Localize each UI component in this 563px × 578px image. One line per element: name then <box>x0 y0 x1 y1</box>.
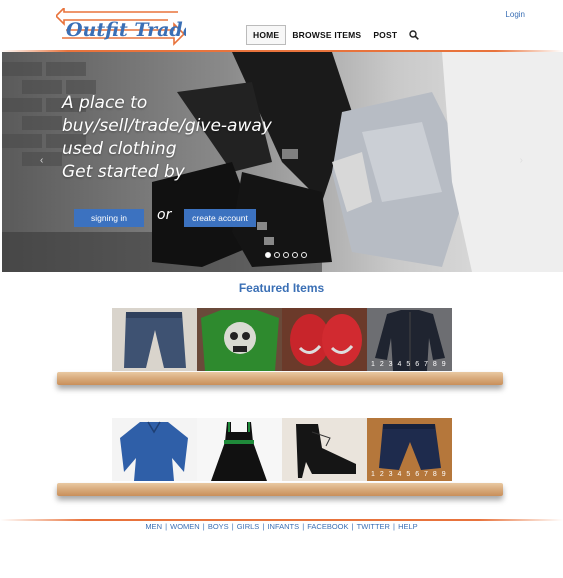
logo-graphic: Outfit Trader <box>54 6 207 46</box>
product-blue-blouse[interactable] <box>112 418 197 481</box>
main-nav: HOME BROWSE ITEMS POST <box>246 24 420 46</box>
login-link[interactable]: Login <box>505 10 525 19</box>
footer-divider <box>0 519 563 521</box>
footer-separator: | <box>162 522 170 531</box>
footer-link-men[interactable]: MEN <box>145 522 162 531</box>
product-red-sneakers[interactable] <box>282 308 367 371</box>
carousel-indicators <box>265 252 307 258</box>
hero-headline: A place to buy/sell/trade/give-away used… <box>62 92 272 184</box>
footer-separator: | <box>200 522 207 531</box>
site-header: Outfit Trader HOME BROWSE ITEMS POST Log… <box>0 0 563 52</box>
footer-link-boys[interactable]: BOYS <box>208 522 229 531</box>
footer-link-infants[interactable]: INFANTS <box>267 522 299 531</box>
product-skull-shirt[interactable] <box>197 308 282 371</box>
carousel-dot[interactable] <box>292 252 298 258</box>
nav-post[interactable]: POST <box>367 26 403 44</box>
product-black-jacket[interactable]: 1 2 3 4 5 6 7 8 9 <box>367 308 452 371</box>
hero-line-4: Get started by <box>62 162 185 182</box>
blouse-icon <box>112 418 197 481</box>
search-icon[interactable] <box>409 30 420 40</box>
footer-links: MEN | WOMEN | BOYS | GIRLS | INFANTS | F… <box>0 522 563 531</box>
footer-link-facebook[interactable]: FACEBOOK <box>307 522 348 531</box>
wooden-shelf <box>57 483 503 496</box>
sneakers-icon <box>282 308 367 371</box>
footer-separator: | <box>349 522 356 531</box>
carousel-dot[interactable] <box>301 252 307 258</box>
carousel-dot[interactable] <box>283 252 289 258</box>
carousel-dot[interactable] <box>265 252 271 258</box>
carousel-dot[interactable] <box>274 252 280 258</box>
footer-link-girls[interactable]: GIRLS <box>237 522 260 531</box>
footer-separator: | <box>390 522 398 531</box>
footer-separator: | <box>300 522 307 531</box>
image-pager[interactable]: 1 2 3 4 5 6 7 8 9 <box>371 471 447 478</box>
hero-line-2: buy/sell/trade/give-away <box>62 116 272 136</box>
featured-row-1: 1 2 3 4 5 6 7 8 9 <box>112 308 452 371</box>
hero-carousel: A place to buy/sell/trade/give-away used… <box>2 52 563 272</box>
carousel-next-icon[interactable]: › <box>520 155 523 166</box>
footer-link-twitter[interactable]: TWITTER <box>357 522 390 531</box>
site-logo[interactable]: Outfit Trader <box>54 6 207 48</box>
logo-text: Outfit Trader <box>66 19 186 41</box>
or-text: or <box>157 207 172 223</box>
skull-shirt-icon <box>197 308 282 371</box>
signing-in-button[interactable]: signing in <box>74 209 144 227</box>
product-jeans[interactable] <box>112 308 197 371</box>
create-account-button[interactable]: create account <box>184 209 256 227</box>
wooden-shelf <box>57 372 503 385</box>
image-pager[interactable]: 1 2 3 4 5 6 7 8 9 <box>371 361 447 368</box>
booties-icon <box>282 418 367 481</box>
product-black-dress[interactable] <box>197 418 282 481</box>
footer-link-women[interactable]: WOMEN <box>170 522 200 531</box>
carousel-prev-icon[interactable]: ‹ <box>40 155 43 166</box>
hero-line-1: A place to <box>62 93 148 113</box>
dress-icon <box>197 418 282 481</box>
footer-separator: | <box>260 522 267 531</box>
featured-title: Featured Items <box>238 281 325 295</box>
hero-line-3: used clothing <box>62 139 177 159</box>
jeans-icon <box>112 308 197 371</box>
featured-row-2: 1 2 3 4 5 6 7 8 9 <box>112 418 452 481</box>
footer-separator: | <box>229 522 236 531</box>
nav-home[interactable]: HOME <box>246 25 287 45</box>
nav-browse-items[interactable]: BROWSE ITEMS <box>286 26 367 44</box>
footer-link-help[interactable]: HELP <box>398 522 418 531</box>
product-black-booties[interactable] <box>282 418 367 481</box>
product-capri-jeans[interactable]: 1 2 3 4 5 6 7 8 9 <box>367 418 452 481</box>
